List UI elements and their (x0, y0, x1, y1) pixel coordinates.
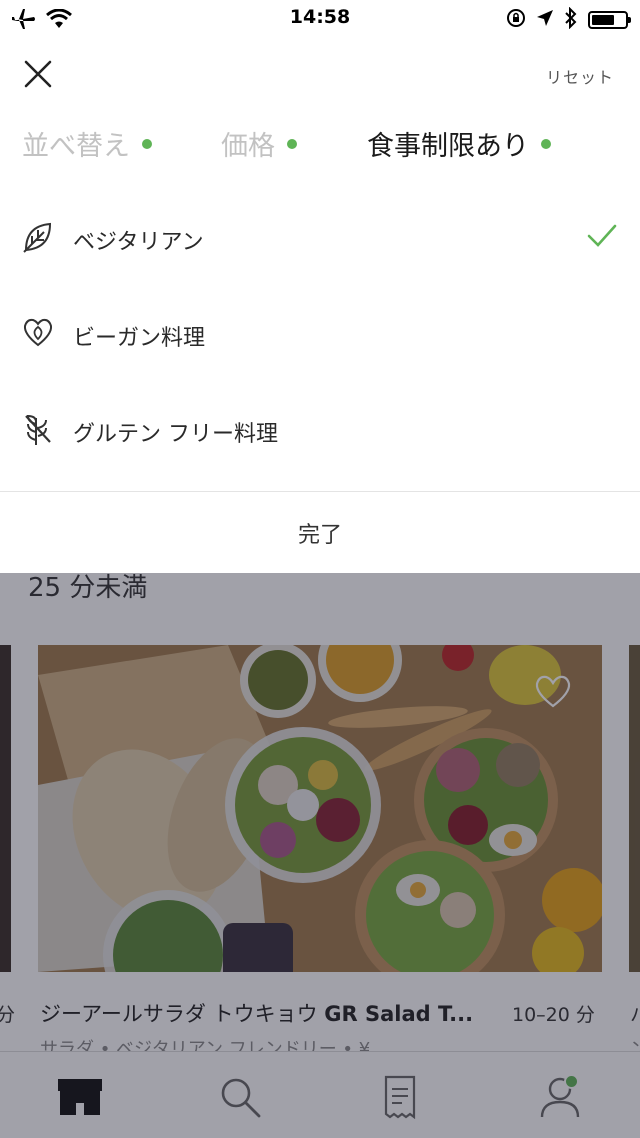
check-icon (586, 222, 618, 250)
orientation-lock-icon (506, 8, 526, 32)
leaf-icon (22, 220, 54, 254)
option-vegan-label: ビーガン料理 (73, 326, 206, 351)
battery-icon (588, 11, 631, 29)
tab-sort-label: 並べ替え (22, 131, 130, 162)
status-right (506, 6, 631, 33)
tab-price-label: 価格 (221, 131, 275, 162)
tab-dietary-label: 食事制限あり (367, 131, 529, 162)
tab-dietary[interactable]: 食事制限あり (367, 124, 551, 163)
close-button[interactable] (20, 56, 56, 92)
option-gluten-free-label: グルテン フリー料理 (73, 422, 278, 447)
heart-leaf-icon (22, 316, 54, 350)
filter-tabs: 並べ替え 価格 食事制限あり (0, 124, 640, 168)
close-icon (24, 60, 52, 88)
tab-sort[interactable]: 並べ替え (22, 124, 152, 163)
tab-sort-indicator (142, 138, 152, 149)
option-vegan[interactable]: ビーガン料理 (0, 304, 640, 364)
tab-price[interactable]: 価格 (221, 124, 297, 163)
done-button[interactable]: 完了 (0, 492, 640, 573)
tab-price-indicator (287, 138, 297, 149)
option-vegetarian[interactable]: ベジタリアン (0, 208, 640, 268)
tab-dietary-indicator (541, 138, 551, 149)
dim-overlay[interactable] (0, 573, 640, 1138)
option-vegetarian-label: ベジタリアン (73, 230, 204, 255)
option-gluten-free[interactable]: グルテン フリー料理 (0, 400, 640, 460)
location-arrow-icon (536, 9, 554, 31)
gluten-free-icon (22, 412, 54, 446)
reset-button[interactable]: リセット (546, 64, 614, 88)
status-bar: 14:58 (0, 0, 640, 40)
battery-fill (592, 15, 614, 25)
bluetooth-icon (564, 6, 578, 33)
filter-sheet: リセット 並べ替え 価格 食事制限あり ベジタリアン ビーガン料理 グルテン フ… (0, 40, 640, 573)
